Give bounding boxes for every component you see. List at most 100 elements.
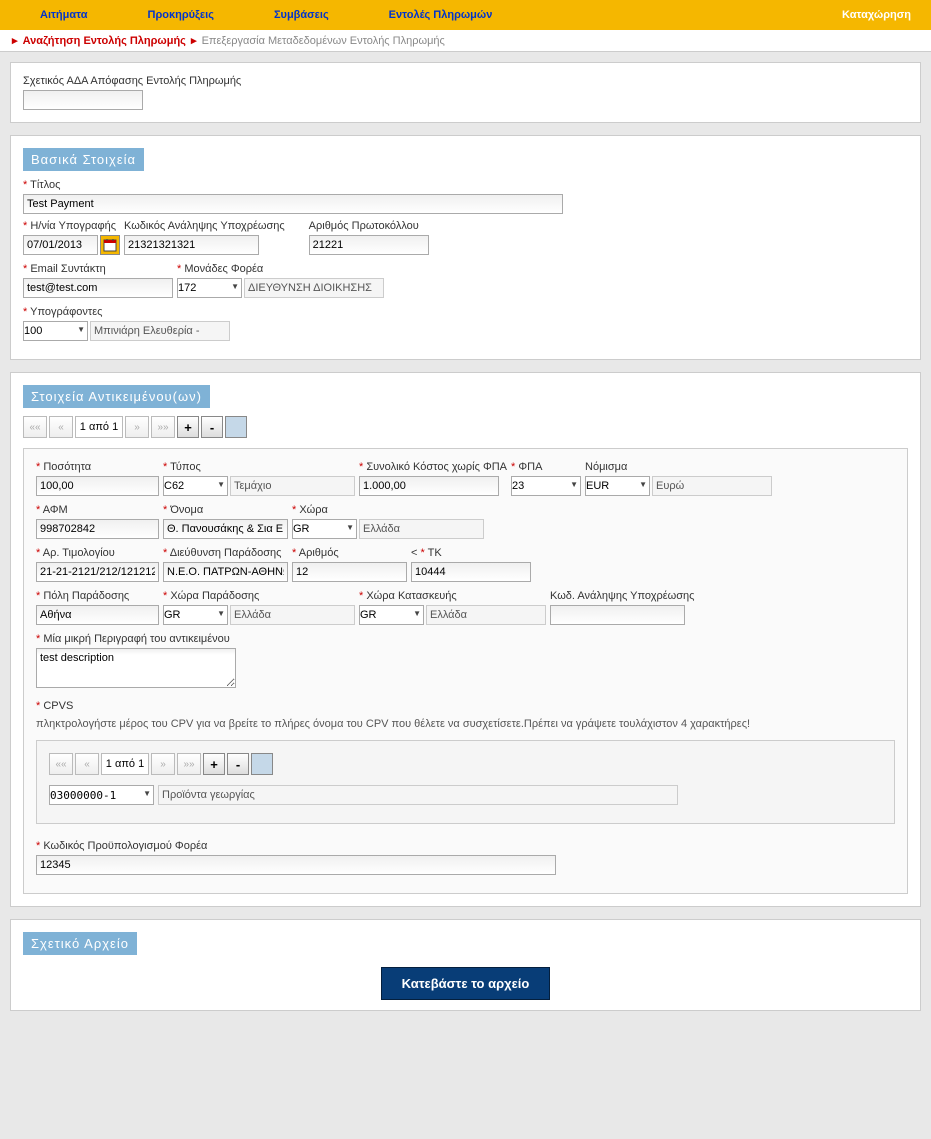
name-input[interactable] <box>163 519 288 539</box>
country-label: * Χώρα <box>292 504 484 516</box>
ada-label: Σχετικός ΑΔΑ Απόφασης Εντολής Πληρωμής <box>23 75 908 87</box>
tk-input[interactable] <box>411 562 531 582</box>
breadcrumb: ▸ Αναζήτηση Εντολής Πληρωμής ▸ Επεξεργασ… <box>0 30 931 52</box>
download-file-button[interactable]: Κατεβάστε το αρχείο <box>381 967 551 1000</box>
cpvs-label: * CPVS <box>36 700 73 712</box>
name-label: * Όνομα <box>163 504 288 516</box>
del-addr-input[interactable] <box>163 562 288 582</box>
cpv-code-select[interactable]: 03000000-1 <box>49 785 154 805</box>
country-name: Ελλάδα <box>359 519 484 539</box>
country-select[interactable]: GR <box>292 519 357 539</box>
del-country-name: Ελλάδα <box>230 605 355 625</box>
desc-label: * Μία μικρή Περιγραφή του αντικειμένου <box>36 633 236 645</box>
cpvs-help: πληκτρολογήστε μέρος του CPV για να βρεί… <box>36 718 895 730</box>
city-label: * Πόλη Παράδοσης <box>36 590 159 602</box>
file-panel: Σχετικό Αρχείο Κατεβάστε το αρχείο <box>10 919 921 1011</box>
invoice-label: * Αρ. Τιμολογίου <box>36 547 159 559</box>
nav-contracts[interactable]: Συμβάσεις <box>244 9 359 21</box>
cpv-pager-window-icon[interactable] <box>251 753 273 775</box>
afm-label: * ΑΦΜ <box>36 504 159 516</box>
protocol-input[interactable] <box>309 235 429 255</box>
date-input[interactable] <box>23 235 98 255</box>
cost-input[interactable] <box>359 476 499 496</box>
afm-input[interactable] <box>36 519 159 539</box>
num-label: * Αριθμός <box>292 547 407 559</box>
qty-input[interactable] <box>36 476 159 496</box>
cpv-pager-prev-icon[interactable]: « <box>75 753 99 775</box>
cpv-paginator: «« « 1 από 1 » »» + - <box>49 753 882 775</box>
type-name: Τεμάχιο <box>230 476 355 496</box>
del-addr-label: * Διεύθυνση Παράδοσης <box>163 547 288 559</box>
type-select[interactable]: C62 <box>163 476 228 496</box>
title-input[interactable] <box>23 194 563 214</box>
cpv-pager-remove-button[interactable]: - <box>227 753 249 775</box>
ada-input[interactable] <box>23 90 143 110</box>
cpv-pager-add-button[interactable]: + <box>203 753 225 775</box>
items-panel: Στοιχεία Αντικειμένου(ων) «« « 1 από 1 »… <box>10 372 921 907</box>
vat-select[interactable]: 23 <box>511 476 581 496</box>
units-name: ΔΙΕΥΘΥΝΣΗ ΔΙΟΙΚΗΣΗΣ <box>244 278 384 298</box>
nav-register[interactable]: Καταχώρηση <box>842 9 921 21</box>
currency-select[interactable]: EUR <box>585 476 650 496</box>
pager-first-icon[interactable]: «« <box>23 416 47 438</box>
num-input[interactable] <box>292 562 407 582</box>
items-section-title: Στοιχεία Αντικειμένου(ων) <box>23 385 210 408</box>
pager-window-icon[interactable] <box>225 416 247 438</box>
budget-code-label: Κωδ. Ανάληψης Υποχρέωσης <box>550 590 694 602</box>
cpv-panel: «« « 1 από 1 » »» + - 03000000-1 Προϊόντ… <box>36 740 895 824</box>
city-input[interactable] <box>36 605 159 625</box>
cpv-pager-last-icon[interactable]: »» <box>177 753 201 775</box>
nav-notices[interactable]: Προκηρύξεις <box>118 9 244 21</box>
obligation-code-label: Κωδικός Ανάληψης Υποχρέωσης <box>124 220 285 232</box>
pager-remove-button[interactable]: - <box>201 416 223 438</box>
org-budget-label: * Κωδικός Προϋπολογισμού Φορέα <box>36 840 895 852</box>
del-country-label: * Χώρα Παράδοσης <box>163 590 355 602</box>
item-detail: * Ποσότητα * Τύπος C62 Τεμάχιο * Συνολικ… <box>23 448 908 894</box>
breadcrumb-edit: Επεξεργασία Μεταδεδομένων Εντολής Πληρωμ… <box>202 35 445 47</box>
make-country-label: * Χώρα Κατασκευής <box>359 590 546 602</box>
signers-name: Μπινιάρη Ελευθερία - <box>90 321 230 341</box>
make-country-name: Ελλάδα <box>426 605 546 625</box>
qty-label: * Ποσότητα <box>36 461 159 473</box>
calendar-icon[interactable] <box>100 235 120 255</box>
budget-code-input[interactable] <box>550 605 685 625</box>
pager-last-icon[interactable]: »» <box>151 416 175 438</box>
cpv-pager-first-icon[interactable]: «« <box>49 753 73 775</box>
make-country-select[interactable]: GR <box>359 605 424 625</box>
nav-left: Αιτήματα Προκηρύξεις Συμβάσεις Εντολές Π… <box>10 9 522 21</box>
del-country-select[interactable]: GR <box>163 605 228 625</box>
invoice-input[interactable] <box>36 562 159 582</box>
obligation-code-input[interactable] <box>124 235 259 255</box>
units-select[interactable]: 172 <box>177 278 242 298</box>
signers-label: * Υπογράφοντες <box>23 306 230 318</box>
pager-next-icon[interactable]: » <box>125 416 149 438</box>
nav-payment-orders[interactable]: Εντολές Πληρωμών <box>359 9 523 21</box>
date-label: * Η/νία Υπογραφής <box>23 220 120 232</box>
basic-panel: Βασικά Στοιχεία * Τίτλος * Η/νία Υπογραφ… <box>10 135 921 360</box>
currency-label: Νόμισμα <box>585 461 772 473</box>
main-navbar: Αιτήματα Προκηρύξεις Συμβάσεις Εντολές Π… <box>0 0 931 30</box>
title-label: * Τίτλος <box>23 179 908 191</box>
ada-panel: Σχετικός ΑΔΑ Απόφασης Εντολής Πληρωμής <box>10 62 921 123</box>
cost-label: * Συνολικό Κόστος χωρίς ΦΠΑ <box>359 461 507 473</box>
pager-add-button[interactable]: + <box>177 416 199 438</box>
cpv-pager-next-icon[interactable]: » <box>151 753 175 775</box>
pager-status: 1 από 1 <box>75 416 123 438</box>
breadcrumb-arrow-icon: ▸ <box>12 35 18 47</box>
units-label: * Μονάδες Φορέα <box>177 263 384 275</box>
desc-textarea[interactable] <box>36 648 236 688</box>
breadcrumb-search[interactable]: Αναζήτηση Εντολής Πληρωμής <box>23 35 186 47</box>
currency-name: Ευρώ <box>652 476 772 496</box>
nav-requests[interactable]: Αιτήματα <box>10 9 118 21</box>
protocol-label: Αριθμός Πρωτοκόλλου <box>309 220 429 232</box>
email-input[interactable] <box>23 278 173 298</box>
vat-label: * ΦΠΑ <box>511 461 581 473</box>
breadcrumb-arrow-icon: ▸ <box>191 35 197 47</box>
pager-prev-icon[interactable]: « <box>49 416 73 438</box>
cpv-name: Προϊόντα γεωργίας <box>158 785 678 805</box>
file-section-title: Σχετικό Αρχείο <box>23 932 137 955</box>
signers-select[interactable]: 100 <box>23 321 88 341</box>
org-budget-input[interactable] <box>36 855 556 875</box>
basic-section-title: Βασικά Στοιχεία <box>23 148 144 171</box>
items-paginator: «« « 1 από 1 » »» + - <box>23 416 908 438</box>
